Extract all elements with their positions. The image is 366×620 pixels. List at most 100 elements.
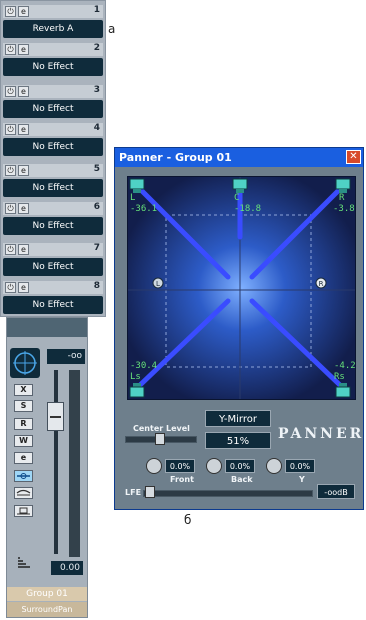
fader-track[interactable] [54,370,58,554]
power-icon[interactable]: ⏻ [5,44,16,55]
insert-slot-3-bar: ⏻ e 3 [3,85,103,98]
insert-slot-7-bar: ⏻ e 7 [3,243,103,256]
speaker-rs-level: -4.2 [334,361,356,371]
insert-slot-number: 5 [93,164,100,174]
automation-icon[interactable] [16,554,32,573]
right-source-letter: R [319,280,324,288]
insert-slot-4: ⏻ e 4 No Effect [3,121,103,158]
insert-slot-8-bar: ⏻ e 8 [3,281,103,294]
edit-icon[interactable]: e [18,282,29,293]
insert-slot-1-bar: ⏻ e 1 [3,5,103,18]
lfe-value[interactable]: -oodB [317,484,355,499]
insert-slot-6: ⏻ e 6 No Effect [3,200,103,237]
insert-slot-effect[interactable]: No Effect [3,100,103,118]
insert-slot-effect[interactable]: Reverb A [3,20,103,38]
insert-slot-number: 4 [93,123,100,133]
gain-display[interactable]: 0.00 [51,561,83,575]
panner-title: Panner - Group 01 [115,148,363,167]
insert-slot-number: 2 [93,43,100,53]
edit-icon[interactable]: e [18,86,29,97]
panner-type-label[interactable]: SurroundPan [7,602,87,617]
read-automation-button[interactable]: R [14,418,33,430]
panner-logo: PANNER [278,426,365,442]
edit-icon[interactable]: e [18,6,29,17]
insert-slots-panel: ⏻ e 1 Reverb A ⏻ e 2 No Effect ⏻ e 3 No … [0,0,106,317]
insert-slot-5: ⏻ e 5 No Effect [3,162,103,199]
front-value[interactable]: 0.0% [165,459,195,473]
speaker-l-label: L [130,193,136,203]
edit-channel-button[interactable]: e [14,452,33,464]
caption-a: a [108,22,116,36]
insert-slot-number: 6 [93,202,100,212]
automation-icon-graphic [18,557,30,568]
insert-slot-7: ⏻ e 7 No Effect [3,241,103,278]
back-value[interactable]: 0.0% [225,459,255,473]
level-meter [69,370,80,557]
surround-pan-control[interactable] [10,348,40,378]
insert-slot-number: 8 [93,281,100,291]
lfe-slider-handle[interactable] [145,486,155,498]
fader-handle-grip [50,416,61,418]
insert-slot-1: ⏻ e 1 Reverb A [3,3,103,40]
insert-slot-effect[interactable]: No Effect [3,179,103,197]
channel-name[interactable]: Group 01 [7,587,87,601]
speaker-c-label: C [234,193,240,203]
speaker-r-label: R [339,193,345,203]
insert-slot-effect[interactable]: No Effect [3,258,103,276]
edit-icon[interactable]: e [18,124,29,135]
speaker-ls-label: Ls [130,372,141,382]
insert-slot-effect[interactable]: No Effect [3,296,103,314]
center-level-handle[interactable] [155,433,165,445]
strip-header [7,318,87,337]
y-value[interactable]: 0.0% [285,459,315,473]
write-automation-button[interactable]: W [14,435,33,447]
speaker-l-level: -36.1 [130,204,158,214]
mute-button[interactable]: X [14,384,33,396]
insert-slot-effect[interactable]: No Effect [3,217,103,235]
level-display: -oo [47,349,85,364]
edit-icon[interactable]: e [18,165,29,176]
edit-icon[interactable]: e [18,244,29,255]
speaker-rs-label: Rs [334,372,345,382]
insert-slot-3: ⏻ e 3 No Effect [3,83,103,120]
speaker-ls-level: -30.4 [130,361,158,371]
power-icon[interactable]: ⏻ [5,203,16,214]
edit-icon[interactable]: e [18,203,29,214]
insert-slot-effect[interactable]: No Effect [3,138,103,156]
eq-bypass-button[interactable] [14,487,33,499]
power-icon[interactable]: ⏻ [5,86,16,97]
surround-pan-field[interactable]: L R L -36.1 C -18.8 R -3.8 -30.4 Ls -4.2… [127,176,356,400]
channel-strip: -oo X S R W e 0.00 Group 01 SurroundPan [6,317,88,618]
insert-slot-number: 3 [93,85,100,95]
panner-window: Panner - Group 01 ✕ L R L -36.1 C -18.8 … [114,147,364,510]
speaker-c-level: -18.8 [234,204,262,214]
power-icon[interactable]: ⏻ [5,165,16,176]
power-icon[interactable]: ⏻ [5,124,16,135]
y-divergence-knob[interactable] [266,458,282,474]
solo-button[interactable]: S [14,400,33,412]
y-label: Y [299,475,305,484]
insert-slot-4-bar: ⏻ e 4 [3,123,103,136]
close-button[interactable]: ✕ [346,150,361,164]
mirror-mode-select[interactable]: Y-Mirror [205,410,271,427]
back-label: Back [231,475,253,484]
insert-slot-2-bar: ⏻ e 2 [3,43,103,56]
speaker-r-level: -3.8 [333,204,355,214]
eq-icon [16,489,31,496]
front-divergence-knob[interactable] [146,458,162,474]
lfe-label: LFE [125,488,142,497]
insert-slot-effect[interactable]: No Effect [3,58,103,76]
power-icon[interactable]: ⏻ [5,282,16,293]
insert-slot-5-bar: ⏻ e 5 [3,164,103,177]
center-percent-display[interactable]: 51% [205,432,271,449]
back-divergence-knob[interactable] [206,458,222,474]
power-icon[interactable]: ⏻ [5,6,16,17]
inserts-bypass-button[interactable] [14,470,33,482]
power-icon[interactable]: ⏻ [5,244,16,255]
center-level-label: Center Level [133,424,190,433]
edit-icon[interactable]: e [18,44,29,55]
sends-bypass-button[interactable] [14,505,33,517]
left-source-letter: L [156,280,160,288]
lfe-slider[interactable] [143,490,313,497]
volume-fader-handle[interactable] [47,402,64,431]
